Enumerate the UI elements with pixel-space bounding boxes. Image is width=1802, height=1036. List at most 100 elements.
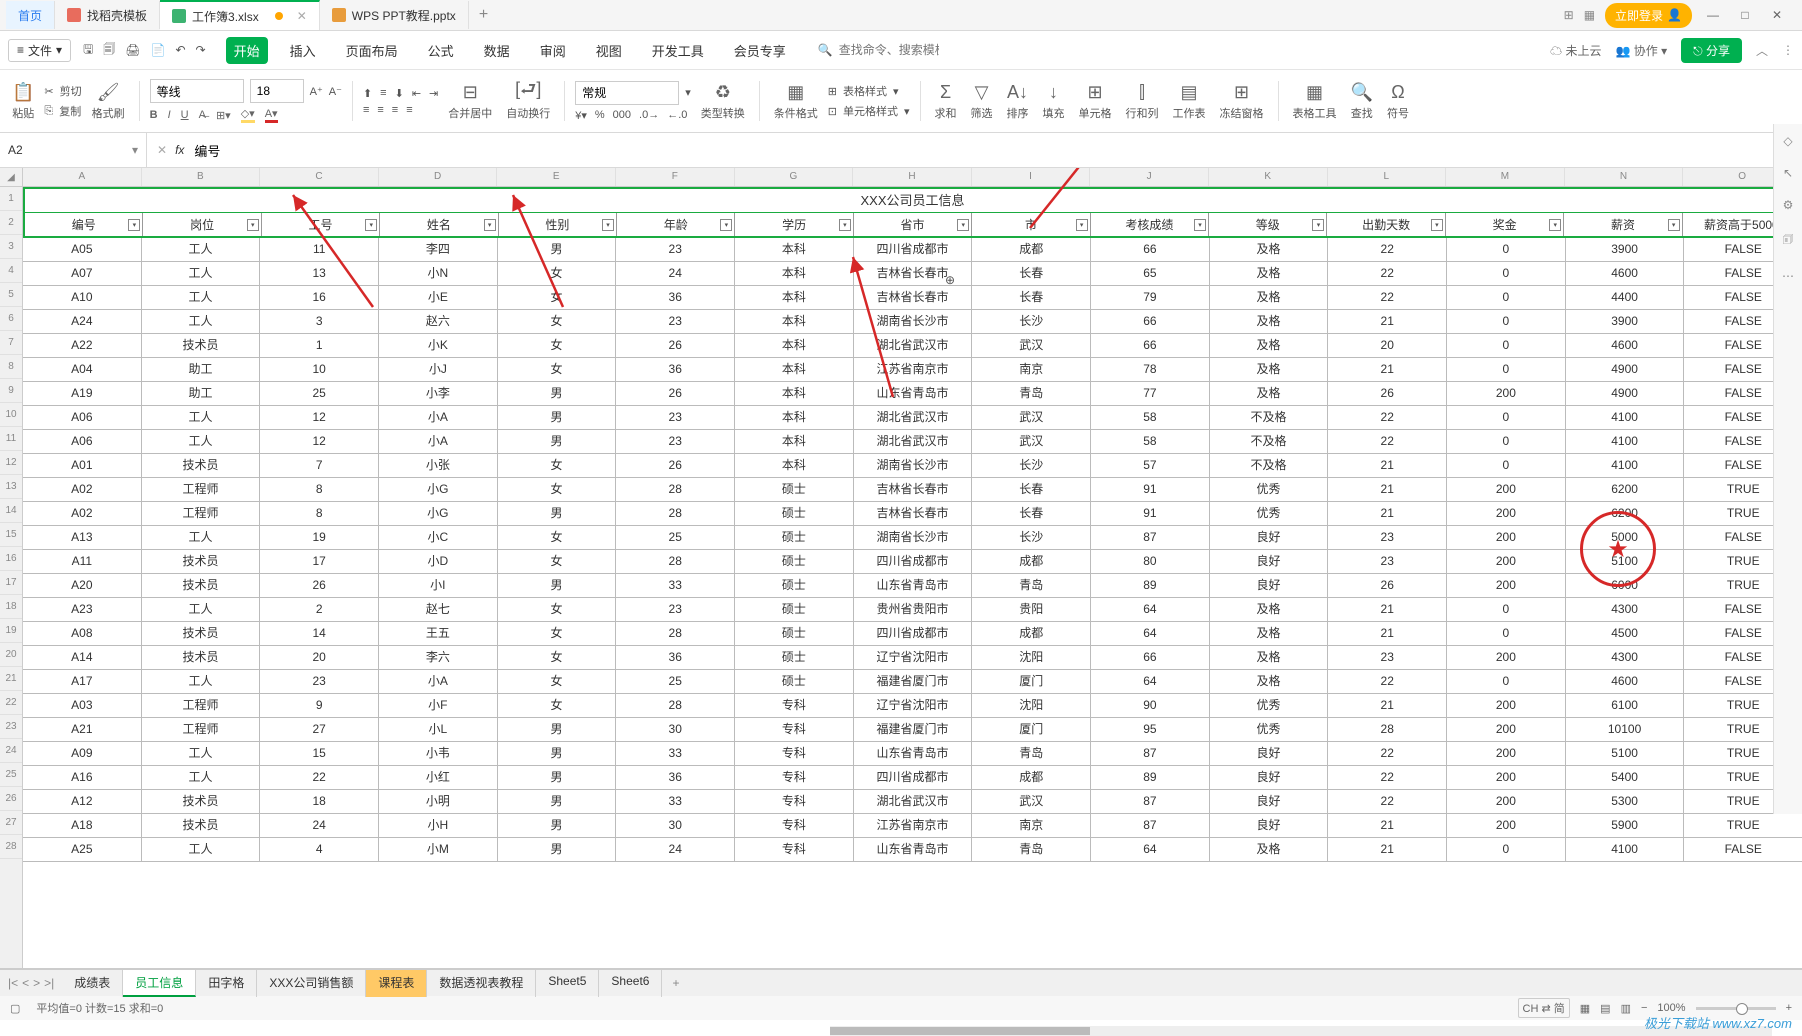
cell[interactable]: 小I (379, 574, 498, 597)
cell[interactable]: 男 (498, 742, 617, 765)
cell[interactable]: 26 (616, 334, 735, 357)
cell[interactable]: 4100 (1566, 406, 1685, 429)
cell[interactable]: 专科 (735, 814, 854, 837)
cell[interactable]: 0 (1447, 286, 1566, 309)
cell[interactable]: 武汉 (972, 334, 1091, 357)
cell[interactable]: 工人 (142, 838, 261, 861)
view-layout-icon[interactable]: ▥ (1621, 1002, 1631, 1015)
cell[interactable]: 12 (260, 406, 379, 429)
cell[interactable]: TRUE (1684, 814, 1802, 837)
cell[interactable]: 专科 (735, 718, 854, 741)
sheet-tab[interactable]: 课程表 (366, 970, 427, 997)
column-filter-header[interactable]: 学历▾ (735, 213, 853, 236)
cell[interactable]: 23 (616, 430, 735, 453)
cell[interactable]: 小G (379, 478, 498, 501)
cell[interactable]: 79 (1091, 286, 1210, 309)
cell[interactable]: 女 (498, 286, 617, 309)
cell[interactable]: 专科 (735, 838, 854, 861)
cell[interactable]: 优秀 (1210, 718, 1329, 741)
cell[interactable]: 技术员 (142, 574, 261, 597)
column-filter-header[interactable]: 市▾ (972, 213, 1090, 236)
cell[interactable]: 87 (1091, 526, 1210, 549)
row-header[interactable]: 20 (0, 643, 22, 667)
side-more-icon[interactable]: ⋯ (1782, 269, 1794, 283)
brush-icon[interactable]: 🖌 (97, 81, 120, 103)
row-header[interactable]: 7 (0, 331, 22, 355)
cell[interactable]: 89 (1091, 766, 1210, 789)
cell[interactable]: 吉林省长春市 (854, 502, 973, 525)
redo-icon[interactable]: ↷ (196, 43, 206, 57)
cell[interactable]: 吉林省长春市 (854, 286, 973, 309)
cell[interactable]: 4600 (1566, 262, 1685, 285)
cell[interactable]: 28 (616, 550, 735, 573)
cell[interactable]: 64 (1091, 622, 1210, 645)
cell[interactable]: 工人 (142, 766, 261, 789)
cell[interactable]: 18 (260, 790, 379, 813)
row-header[interactable]: 11 (0, 427, 22, 451)
table-row[interactable]: A24工人3赵六女23本科湖南省长沙市长沙66及格2103900FALSE (23, 310, 1802, 334)
cell[interactable]: 200 (1447, 478, 1566, 501)
cell[interactable]: 助工 (142, 358, 261, 381)
cell[interactable]: 男 (498, 502, 617, 525)
cell[interactable]: 四川省成都市 (854, 622, 973, 645)
cell[interactable]: 21 (1328, 502, 1447, 525)
grid-icon[interactable]: ⊞ (1564, 8, 1574, 22)
table-row[interactable]: A04助工10小J女36本科江苏省南京市南京78及格2104900FALSE (23, 358, 1802, 382)
cell[interactable]: A25 (23, 838, 142, 861)
cell[interactable]: A07 (23, 262, 142, 285)
cell[interactable]: 及格 (1210, 622, 1329, 645)
cell[interactable]: A05 (23, 238, 142, 261)
cell[interactable]: 武汉 (972, 430, 1091, 453)
cell[interactable]: A13 (23, 526, 142, 549)
filter-dropdown-icon[interactable]: ▾ (720, 219, 732, 231)
cell[interactable]: 17 (260, 550, 379, 573)
cell[interactable]: 李四 (379, 238, 498, 261)
cell[interactable]: 90 (1091, 694, 1210, 717)
saveas-icon[interactable]: 🗐 (103, 40, 115, 61)
cell[interactable]: 4900 (1566, 382, 1685, 405)
cell[interactable]: A17 (23, 670, 142, 693)
cell[interactable]: 30 (616, 814, 735, 837)
cell[interactable]: 女 (498, 670, 617, 693)
cell[interactable]: 28 (616, 478, 735, 501)
cell[interactable]: 硕士 (735, 598, 854, 621)
cell[interactable]: 24 (616, 838, 735, 861)
table-row[interactable]: A12技术员18小明男33专科湖北省武汉市武汉87良好222005300TRUE (23, 790, 1802, 814)
cell[interactable]: 及格 (1210, 598, 1329, 621)
cell[interactable]: 优秀 (1210, 478, 1329, 501)
dec-font-icon[interactable]: A⁻ (329, 85, 342, 98)
cell[interactable]: 及格 (1210, 286, 1329, 309)
menu-insert[interactable]: 插入 (282, 37, 324, 64)
cell[interactable]: 女 (498, 310, 617, 333)
cell[interactable]: 21 (1328, 838, 1447, 861)
cell[interactable]: 0 (1447, 262, 1566, 285)
cell[interactable]: 21 (1328, 454, 1447, 477)
cell[interactable]: 及格 (1210, 382, 1329, 405)
table-row[interactable]: A22技术员1小K女26本科湖北省武汉市武汉66及格2004600FALSE (23, 334, 1802, 358)
cell[interactable]: 6200 (1566, 478, 1685, 501)
cell[interactable]: 22 (1328, 430, 1447, 453)
close-icon[interactable]: ✕ (297, 9, 307, 23)
row-header[interactable]: 19 (0, 619, 22, 643)
table-row[interactable]: A10工人16小E女36本科吉林省长春市长春79及格2204400FALSE (23, 286, 1802, 310)
cell[interactable]: 66 (1091, 646, 1210, 669)
cell[interactable]: 青岛 (972, 574, 1091, 597)
cell[interactable]: 87 (1091, 790, 1210, 813)
cell[interactable]: 本科 (735, 454, 854, 477)
cell[interactable]: 4300 (1566, 598, 1685, 621)
cell[interactable]: 22 (260, 766, 379, 789)
cell[interactable]: 200 (1447, 718, 1566, 741)
new-tab-button[interactable]: + (469, 6, 498, 24)
cell[interactable]: 良好 (1210, 526, 1329, 549)
filter-dropdown-icon[interactable]: ▾ (1194, 219, 1206, 231)
col-header[interactable]: I (972, 168, 1091, 186)
cell[interactable]: 厦门 (972, 670, 1091, 693)
table-row[interactable]: A06工人12小A男23本科湖北省武汉市武汉58不及格2204100FALSE (23, 406, 1802, 430)
formula-input[interactable] (192, 138, 1770, 162)
cell[interactable]: 24 (616, 262, 735, 285)
cell[interactable]: 0 (1447, 598, 1566, 621)
cell[interactable]: 技术员 (142, 814, 261, 837)
cell[interactable]: 8 (260, 502, 379, 525)
cell[interactable]: A12 (23, 790, 142, 813)
cell[interactable]: 77 (1091, 382, 1210, 405)
